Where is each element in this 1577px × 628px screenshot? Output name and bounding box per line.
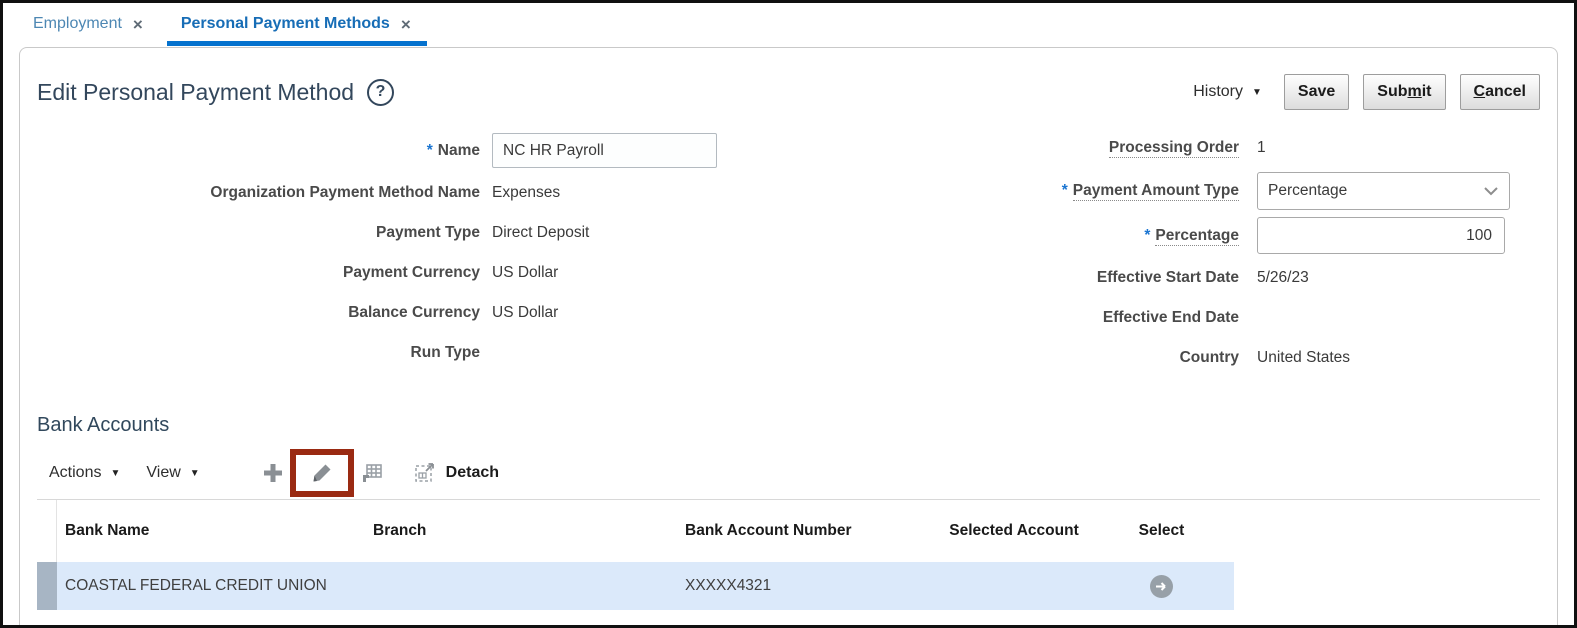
- tab-personal-payment-methods[interactable]: Personal Payment Methods ×: [181, 3, 411, 45]
- effective-start-date-label: Effective Start Date: [767, 269, 1257, 287]
- tab-personal-payment-methods-label: Personal Payment Methods: [181, 15, 390, 33]
- add-button[interactable]: [262, 462, 284, 484]
- payment-amount-type-select[interactable]: Percentage: [1257, 172, 1510, 210]
- help-icon[interactable]: ?: [367, 79, 394, 106]
- header-actions: History ▼ Save Submit Cancel: [1193, 74, 1540, 110]
- main-panel: Edit Personal Payment Method ? History ▼…: [19, 47, 1558, 625]
- close-icon[interactable]: ×: [401, 16, 411, 33]
- plus-icon: [262, 462, 284, 484]
- required-asterisk: *: [1062, 182, 1068, 199]
- payment-type-value: Direct Deposit: [492, 224, 589, 242]
- page-title: Edit Personal Payment Method: [37, 79, 354, 106]
- detach-icon: [414, 462, 436, 484]
- org-payment-method-name-value: Expenses: [492, 184, 560, 202]
- name-label: *Name: [37, 142, 492, 160]
- payment-currency-label: Payment Currency: [37, 264, 492, 282]
- tab-employment-label: Employment: [33, 15, 122, 33]
- payment-currency-value: US Dollar: [492, 264, 558, 282]
- save-button[interactable]: Save: [1284, 74, 1349, 110]
- edit-pencil-icon: [311, 462, 333, 484]
- effective-end-date-label: Effective End Date: [767, 309, 1257, 327]
- cell-select: [1089, 562, 1234, 610]
- bank-accounts-table: Bank Name Branch Bank Account Number Sel…: [37, 500, 1234, 610]
- page-header: Edit Personal Payment Method ? History ▼…: [37, 74, 1540, 110]
- processing-order-label: Processing Order: [767, 139, 1257, 157]
- balance-currency-label: Balance Currency: [37, 304, 492, 322]
- bank-accounts-heading: Bank Accounts: [37, 414, 1540, 437]
- table-row[interactable]: COASTAL FEDERAL CREDIT UNION XXXXX4321: [37, 562, 1234, 610]
- bank-accounts-toolbar: Actions ▼ View ▼: [37, 449, 1540, 497]
- caret-down-icon: ▼: [110, 468, 120, 479]
- country-label: Country: [767, 349, 1257, 367]
- app-window: Employment × Personal Payment Methods × …: [0, 0, 1577, 628]
- effective-start-date-value: 5/26/23: [1257, 269, 1309, 287]
- actions-menu-label: Actions: [49, 464, 101, 482]
- tab-employment[interactable]: Employment ×: [33, 3, 143, 45]
- payment-method-form: *Name Organization Payment Method Name E…: [37, 128, 1540, 378]
- country-value: United States: [1257, 349, 1350, 367]
- percentage-input[interactable]: [1257, 217, 1505, 254]
- table-header-row: Bank Name Branch Bank Account Number Sel…: [37, 500, 1234, 562]
- cell-bank-name: COASTAL FEDERAL CREDIT UNION: [57, 562, 365, 610]
- caret-down-icon: ▼: [1252, 87, 1262, 98]
- org-payment-method-name-label: Organization Payment Method Name: [37, 184, 492, 202]
- percentage-label: *Percentage: [767, 227, 1257, 245]
- cancel-button[interactable]: Cancel: [1460, 74, 1540, 110]
- table-arrow-icon: [360, 462, 384, 484]
- column-header-select[interactable]: Select: [1089, 521, 1234, 540]
- column-header-branch[interactable]: Branch: [365, 521, 677, 540]
- actions-menu[interactable]: Actions ▼: [49, 464, 120, 482]
- run-type-label: Run Type: [37, 344, 492, 362]
- processing-order-value: 1: [1257, 139, 1266, 157]
- edit-button[interactable]: [311, 462, 333, 484]
- export-button[interactable]: [360, 462, 384, 484]
- payment-amount-type-value: Percentage: [1268, 182, 1347, 200]
- balance-currency-value: US Dollar: [492, 304, 558, 322]
- submit-button[interactable]: Submit: [1363, 74, 1445, 110]
- payment-type-label: Payment Type: [37, 224, 492, 242]
- column-header-selected-account[interactable]: Selected Account: [939, 521, 1089, 540]
- detach-button[interactable]: Detach: [414, 462, 499, 484]
- tab-bar: Employment × Personal Payment Methods ×: [3, 3, 1574, 45]
- chevron-down-icon: [1483, 186, 1499, 196]
- required-asterisk: *: [427, 142, 433, 159]
- caret-down-icon: ▼: [190, 468, 200, 479]
- row-selector-header: [37, 500, 57, 562]
- row-selector-cell[interactable]: [37, 562, 57, 610]
- close-icon[interactable]: ×: [133, 16, 143, 33]
- column-header-bank-name[interactable]: Bank Name: [57, 521, 365, 540]
- cell-branch: [365, 562, 677, 610]
- payment-amount-type-label: *Payment Amount Type: [767, 182, 1257, 200]
- form-column-right: Processing Order 1 *Payment Amount Type …: [767, 128, 1540, 378]
- edit-highlight-box: [290, 449, 354, 497]
- column-header-bank-account-number[interactable]: Bank Account Number: [677, 521, 939, 540]
- form-column-left: *Name Organization Payment Method Name E…: [37, 128, 767, 378]
- view-menu-label: View: [146, 464, 180, 482]
- name-input[interactable]: [492, 133, 717, 168]
- history-menu[interactable]: History ▼: [1193, 83, 1262, 101]
- required-asterisk: *: [1144, 227, 1150, 244]
- history-label: History: [1193, 83, 1243, 101]
- cell-bank-account-number: XXXXX4321: [677, 562, 939, 610]
- view-menu[interactable]: View ▼: [146, 464, 199, 482]
- arrow-right-circle-icon[interactable]: [1150, 575, 1173, 598]
- detach-label: Detach: [446, 464, 499, 482]
- cell-selected-account: [939, 562, 1089, 610]
